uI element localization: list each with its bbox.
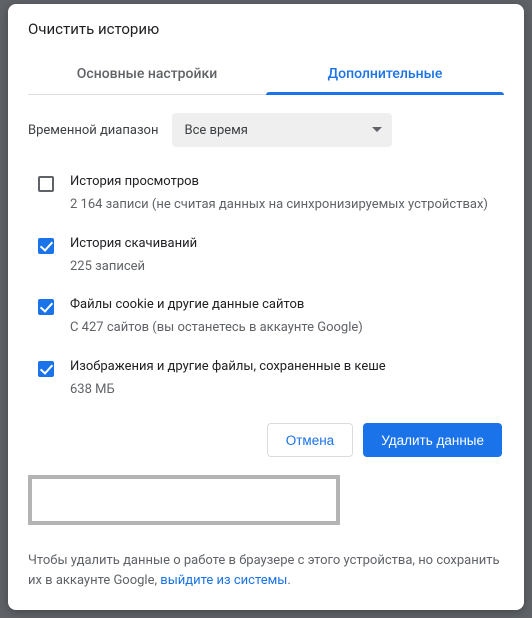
checkbox[interactable] <box>38 299 54 315</box>
tabbar: Основные настройки Дополнительные <box>28 56 504 95</box>
sign-out-link[interactable]: выйдите из системы <box>160 573 287 588</box>
item-subtitle: 2 164 записи (не считая данных на синхро… <box>70 196 488 215</box>
dialog-title: Очистить историю <box>28 20 504 52</box>
item-title: Изображения и другие файлы, сохраненные … <box>70 358 386 377</box>
item-text: История просмотров 2 164 записи (не счита… <box>70 173 488 215</box>
dialog-scroll-area[interactable]: Временной диапазон Все время История про… <box>8 95 524 404</box>
dialog-header: Очистить историю Основные настройки Допо… <box>8 4 524 95</box>
items-list: История просмотров 2 164 записи (не счита… <box>28 163 512 404</box>
checkbox[interactable] <box>38 238 54 254</box>
time-range-select[interactable]: Все время <box>172 113 392 147</box>
checkbox[interactable] <box>38 361 54 377</box>
list-item: Файлы cookie и другие данные сайтов С 427… <box>28 286 512 348</box>
item-title: Файлы cookie и другие данные сайтов <box>70 296 363 315</box>
item-subtitle: 638 МБ <box>70 381 386 400</box>
item-text: Файлы cookie и другие данные сайтов С 427… <box>70 296 363 338</box>
list-item: История скачиваний 225 записей <box>28 225 512 287</box>
footer-text-after: . <box>287 573 290 588</box>
item-subtitle: 225 записей <box>70 258 197 277</box>
dialog-actions: Отмена Удалить данные <box>8 404 524 475</box>
item-title: История просмотров <box>70 173 488 192</box>
dialog-footer-text: Чтобы удалить данные о работе в браузере… <box>8 539 524 610</box>
time-range-label: Временной диапазон <box>28 123 158 138</box>
list-item: Изображения и другие файлы, сохраненные … <box>28 348 512 404</box>
item-text: Изображения и другие файлы, сохраненные … <box>70 358 386 400</box>
checkbox[interactable] <box>38 176 54 192</box>
list-item: История просмотров 2 164 записи (не счита… <box>28 163 512 225</box>
placeholder-box <box>28 475 340 525</box>
clear-data-button[interactable]: Удалить данные <box>363 423 502 457</box>
item-subtitle: С 427 сайтов (вы останетесь в аккаунте G… <box>70 319 363 338</box>
item-text: История скачиваний 225 записей <box>70 235 197 277</box>
tab-advanced[interactable]: Дополнительные <box>266 56 504 94</box>
item-title: История скачиваний <box>70 235 197 254</box>
time-range-value: Все время <box>184 123 247 138</box>
cancel-button[interactable]: Отмена <box>267 423 353 457</box>
tab-basic[interactable]: Основные настройки <box>28 56 266 94</box>
time-range-row: Временной диапазон Все время <box>28 107 512 163</box>
clear-history-dialog: Очистить историю Основные настройки Допо… <box>8 4 524 610</box>
chevron-down-icon <box>372 127 382 133</box>
